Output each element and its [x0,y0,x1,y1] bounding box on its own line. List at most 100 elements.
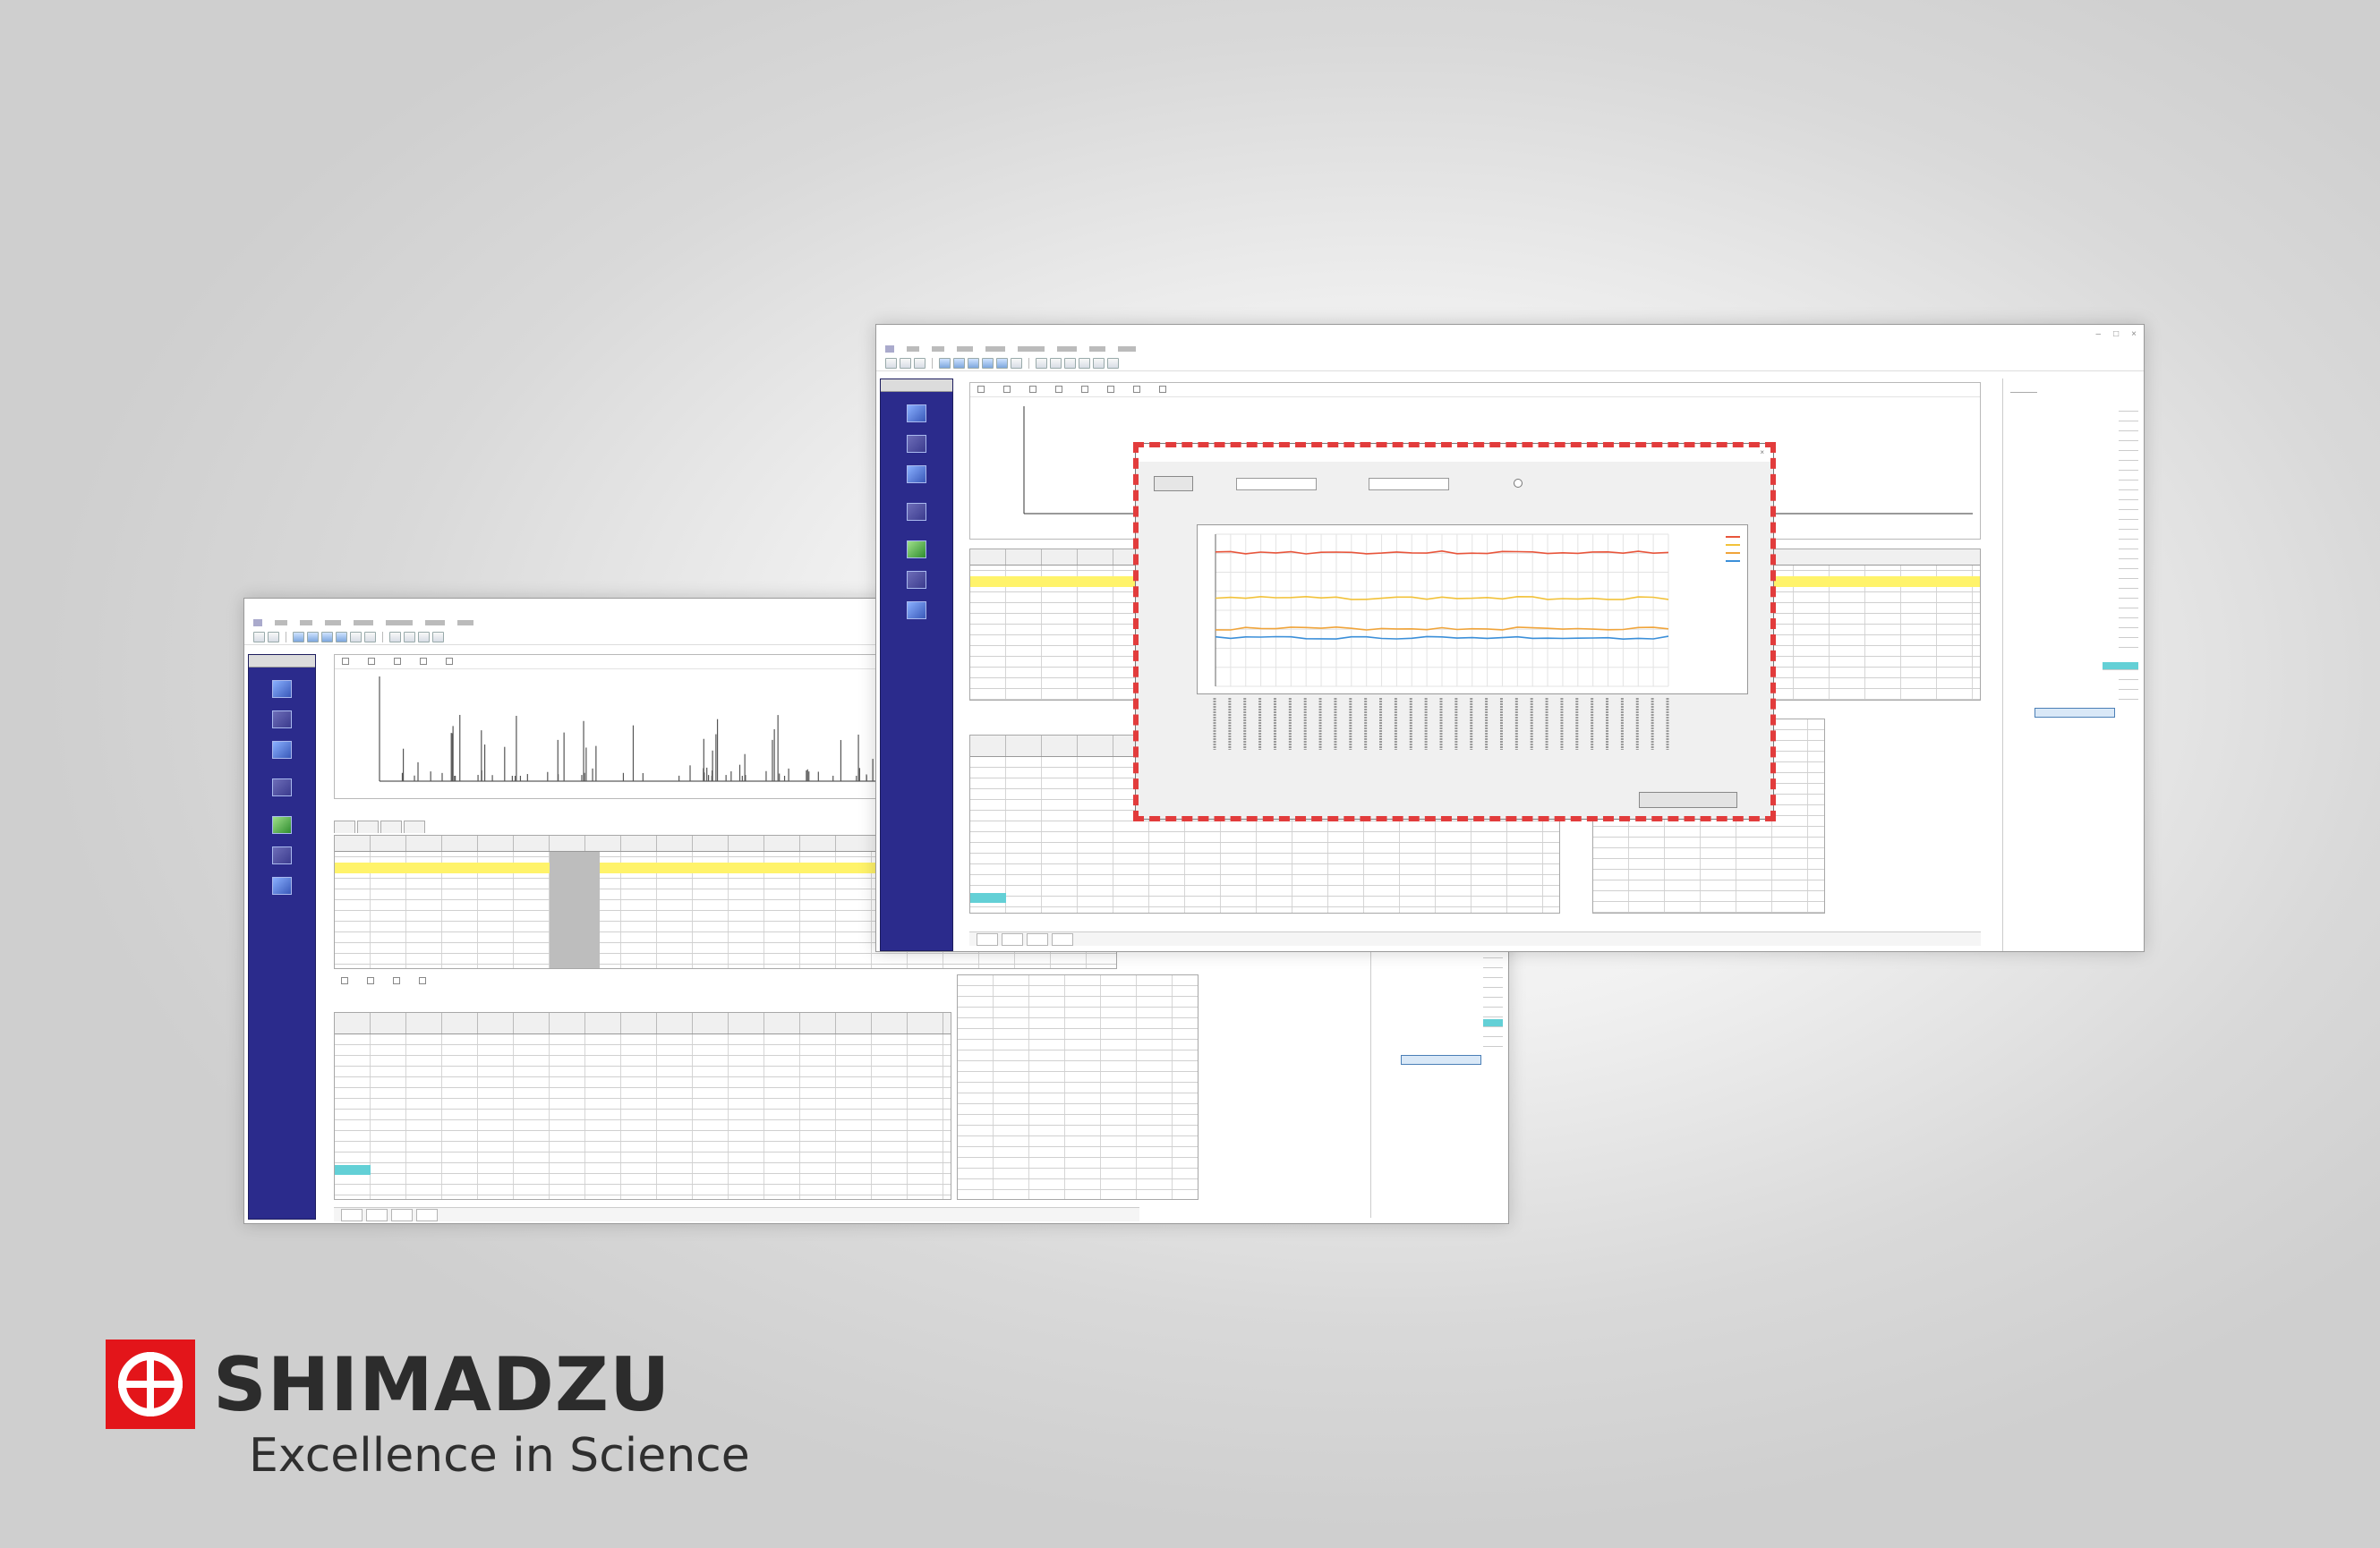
selected-cell[interactable] [970,893,1006,903]
toolbar-button[interactable] [321,631,333,642]
table-header [335,1013,951,1034]
calibration-icon [272,778,292,796]
toolbar-button[interactable] [268,631,279,642]
status-tab[interactable] [1051,932,1073,946]
status-tab[interactable] [977,932,998,946]
grid-tab[interactable] [380,821,402,833]
blank-column [550,852,600,968]
nav-item[interactable] [249,778,315,796]
toolbar-button[interactable] [1079,357,1090,369]
dialog-combo-2-group [1363,477,1449,490]
option-checkbox[interactable] [1107,386,1117,394]
front-nav-panel [880,378,953,951]
close-icon[interactable]: × [2131,329,2137,339]
option-checkbox[interactable] [1133,386,1143,394]
toolbar-button[interactable] [953,357,965,369]
toolbar-button[interactable] [968,357,979,369]
option-checkbox[interactable] [342,658,352,666]
nav-item[interactable] [249,846,315,864]
nav-item[interactable] [881,435,952,453]
minimize-icon[interactable]: – [2096,329,2102,339]
front-window-titlebar: – □ × [876,325,2144,343]
dialog-combo-1[interactable] [1235,477,1317,490]
back-nav-panel [248,654,316,1220]
nav-item[interactable] [881,571,952,589]
toolbar-button[interactable] [389,631,401,642]
dialog-option-radio[interactable] [1514,479,1526,489]
toolbar-button[interactable] [1050,357,1062,369]
toolbar-button[interactable] [996,357,1008,369]
toolbar-button[interactable] [900,357,911,369]
toolbar-button[interactable] [307,631,319,642]
option-checkbox[interactable] [394,658,404,666]
status-tab[interactable] [1001,932,1023,946]
option-checkbox[interactable] [1003,386,1013,394]
toolbar-button[interactable] [885,357,897,369]
properties-button[interactable] [1400,1055,1481,1065]
option-checkbox[interactable] [1029,386,1039,394]
option-checkbox[interactable] [1055,386,1065,394]
option-checkbox[interactable] [1159,386,1169,394]
toolbar-button[interactable] [418,631,430,642]
toolbar-button[interactable] [1064,357,1076,369]
back-options-row [334,974,759,1008]
status-tab[interactable] [365,1208,388,1221]
method-icon [272,741,292,759]
option-checkbox[interactable] [446,658,456,666]
option-checkbox[interactable] [341,977,351,985]
toolbar-button[interactable] [982,357,994,369]
status-tab[interactable] [390,1208,413,1221]
dialog-select-button[interactable] [1154,476,1193,491]
nav-item[interactable] [881,503,952,521]
grid-tab[interactable] [356,821,379,833]
selected-cell[interactable] [335,1165,371,1175]
brand-tagline: Excellence in Science [249,1429,750,1483]
toolbar-button[interactable] [364,631,376,642]
front-toolbar [876,355,2144,371]
back-results-table[interactable] [334,1012,951,1200]
dialog-combo-2[interactable] [1368,477,1449,490]
toolbar-button[interactable] [404,631,415,642]
status-tab[interactable] [1026,932,1048,946]
properties-button[interactable] [2034,708,2115,718]
toolbar-button[interactable] [350,631,362,642]
nav-item[interactable] [249,877,315,895]
option-checkbox[interactable] [368,658,378,666]
nav-header [249,655,315,668]
nav-item[interactable] [249,710,315,728]
option-checkbox[interactable] [420,658,430,666]
option-checkbox[interactable] [977,386,987,394]
option-checkbox[interactable] [419,977,429,985]
option-checkbox[interactable] [393,977,403,985]
grid-tab[interactable] [334,821,355,833]
toolbar-button[interactable] [1011,357,1022,369]
toolbar-button[interactable] [253,631,265,642]
toolbar-button[interactable] [336,631,347,642]
nav-item[interactable] [249,816,315,834]
toolbar-button[interactable] [939,357,951,369]
option-checkbox[interactable] [1081,386,1091,394]
nav-item[interactable] [881,540,952,558]
nav-item[interactable] [881,404,952,422]
window-controls: – □ × [2096,329,2137,339]
nav-item[interactable] [881,601,952,619]
toolbar-button[interactable] [1036,357,1047,369]
nav-item[interactable] [881,465,952,483]
method-icon [907,465,926,483]
nav-item[interactable] [249,741,315,759]
dialog-ok-button[interactable] [1639,792,1737,808]
back-properties-table[interactable] [957,974,1199,1200]
status-tab[interactable] [415,1208,438,1221]
option-checkbox[interactable] [367,977,377,985]
toolbar-button[interactable] [1093,357,1105,369]
toolbar-button[interactable] [914,357,926,369]
grid-tab[interactable] [403,821,425,833]
front-menubar [876,343,2144,355]
toolbar-button[interactable] [1107,357,1119,369]
maximize-icon[interactable]: □ [2113,329,2119,339]
close-icon[interactable]: × [1760,444,1764,462]
toolbar-button[interactable] [293,631,304,642]
toolbar-button[interactable] [432,631,444,642]
nav-item[interactable] [249,680,315,698]
status-tab[interactable] [341,1208,363,1221]
